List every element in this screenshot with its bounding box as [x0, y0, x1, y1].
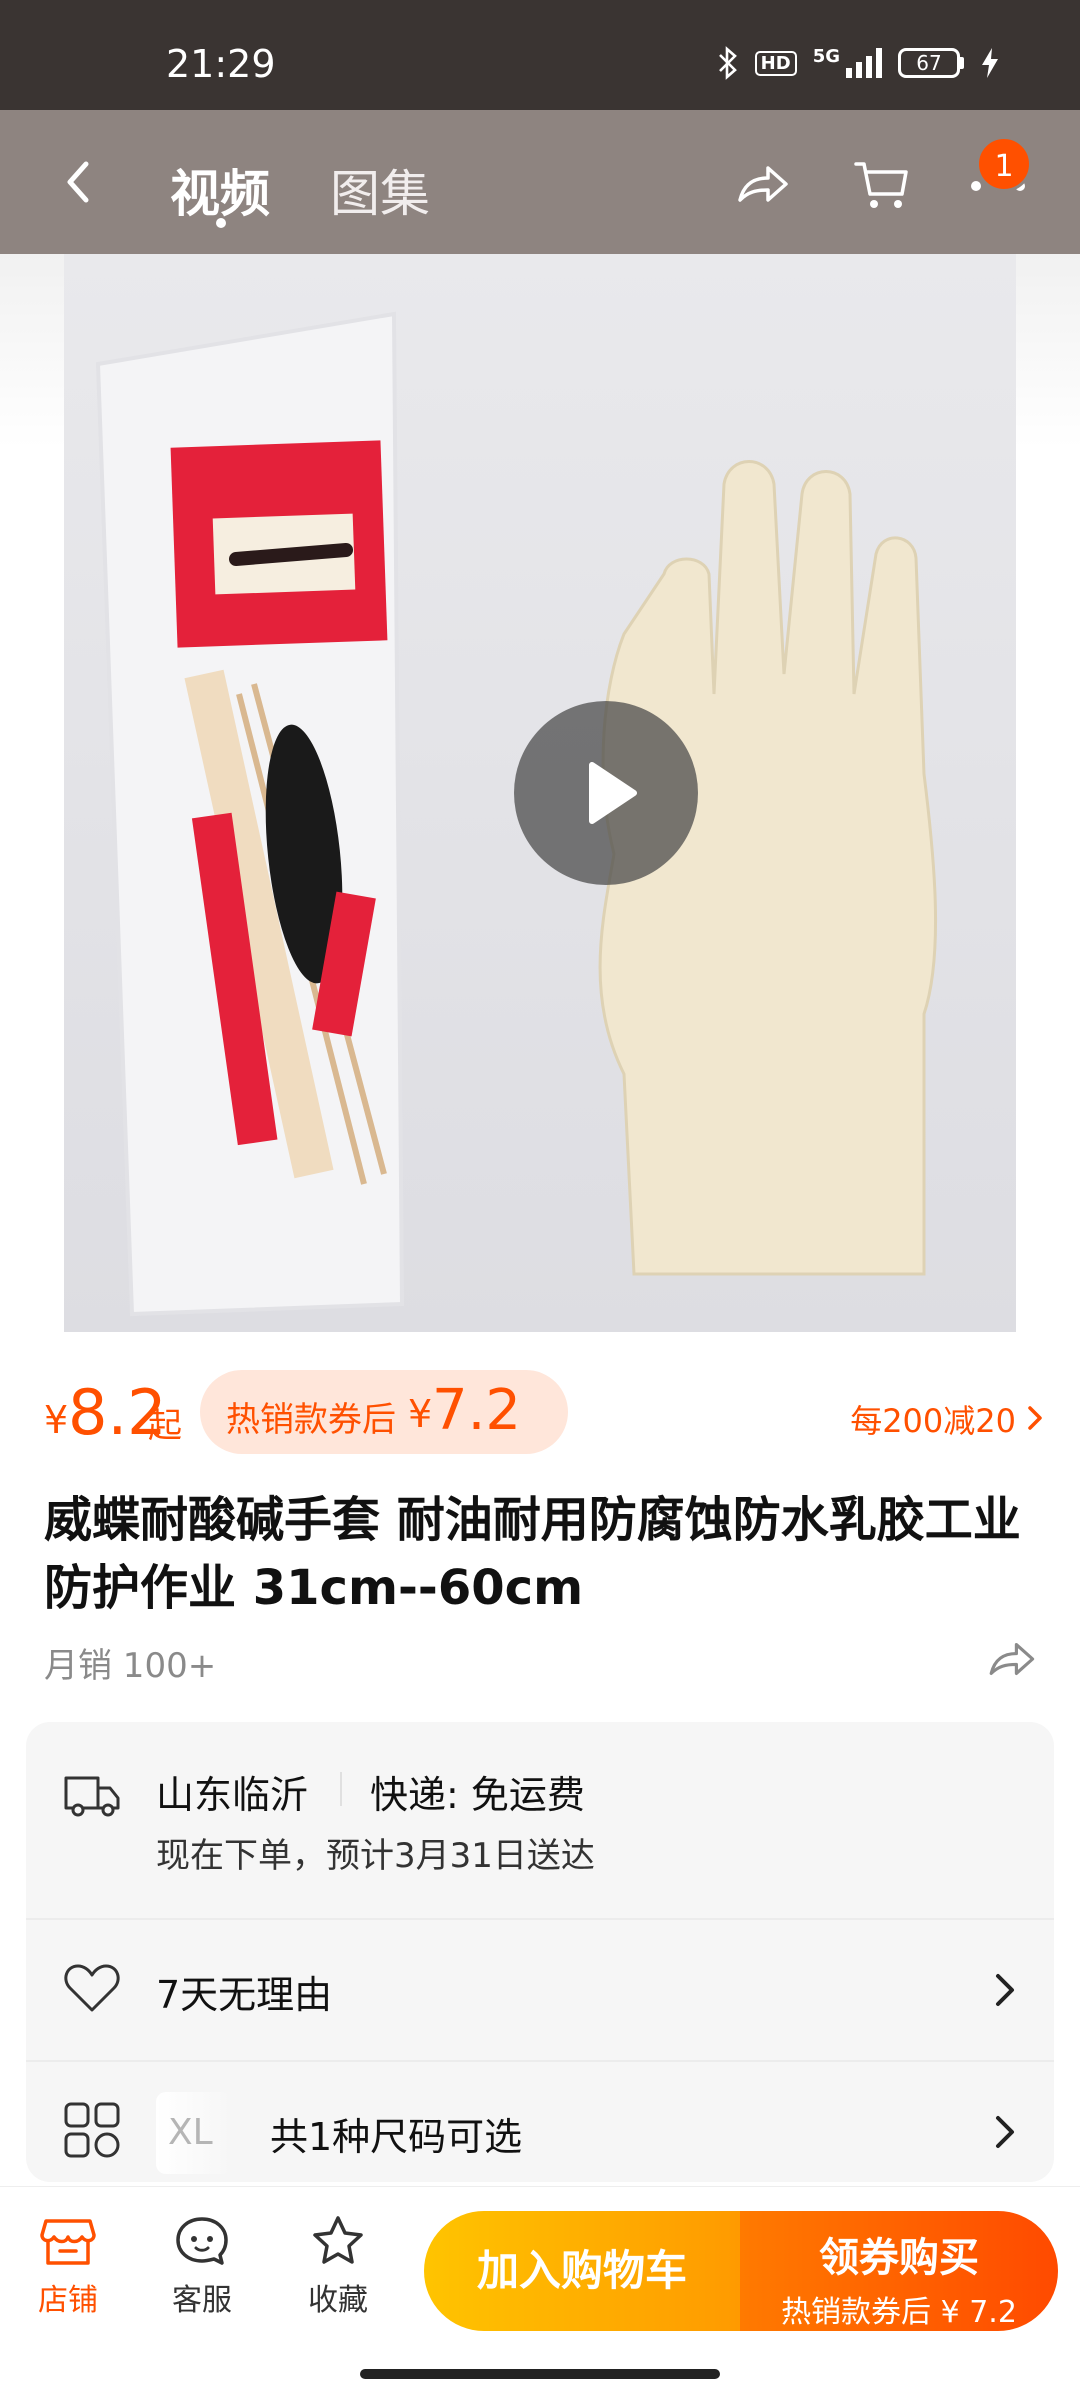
- tab-gallery[interactable]: 图集: [330, 154, 430, 226]
- shop-icon: [40, 2219, 96, 2265]
- price-row: ¥ 8.2 起 热销款券后 ¥ 7.2 每200减20: [44, 1370, 1044, 1460]
- coupon-label: 热销款券后: [226, 1400, 396, 1440]
- customer-service-button[interactable]: 客服: [152, 2215, 252, 2319]
- shop-label: 店铺: [38, 2283, 98, 2318]
- delivery-estimate: 现在下单，预计3月31日送达: [156, 1836, 595, 1876]
- divider: [340, 1772, 342, 1806]
- favorite-label: 收藏: [308, 2283, 368, 2318]
- product-media[interactable]: [0, 254, 1080, 1332]
- product-video-frame[interactable]: [64, 254, 1016, 1332]
- size-thumbnail: XL: [156, 2092, 232, 2174]
- promo-link[interactable]: 每200减20: [850, 1396, 1044, 1442]
- play-icon: [589, 762, 637, 824]
- top-nav: 视频 图集: [0, 110, 1080, 254]
- chevron-right-icon: [996, 1974, 1014, 2006]
- charging-icon: [982, 48, 998, 78]
- active-tab-indicator: [216, 218, 226, 228]
- coupon-currency: ¥: [408, 1392, 433, 1436]
- favorite-button[interactable]: 收藏: [288, 2215, 388, 2319]
- ship-origin: 山东临沂: [156, 1773, 309, 1817]
- bottom-action-bar: 店铺 客服 收藏 加入购物车 领券购买 热销款券后 ¥ 7.2: [0, 2186, 1080, 2400]
- share-icon[interactable]: [984, 1632, 1038, 1686]
- return-policy-row[interactable]: 7天无理由: [26, 1918, 1054, 2060]
- home-indicator[interactable]: [360, 2369, 720, 2379]
- back-icon[interactable]: [58, 150, 98, 214]
- battery-icon: 67: [898, 48, 964, 78]
- battery-level: 67: [898, 48, 960, 78]
- express-fee: 快递: 免运费: [370, 1773, 585, 1817]
- service-label: 客服: [172, 2283, 232, 2318]
- chevron-right-icon: [996, 2116, 1014, 2148]
- status-time: 21:29: [166, 42, 276, 86]
- purchase-buttons: 加入购物车 领券购买 热销款券后 ¥ 7.2: [424, 2211, 1058, 2331]
- promo-text: 每200减20: [850, 1402, 1016, 1440]
- info-card: 山东临沂 快递: 免运费 现在下单，预计3月31日送达 7天无理由 XL 共1种…: [26, 1722, 1054, 2182]
- network-label: 5G: [812, 46, 840, 67]
- coupon-price-pill: 热销款券后 ¥ 7.2: [200, 1370, 568, 1454]
- price-suffix: 起: [148, 1406, 182, 1446]
- coupon-buy-button[interactable]: 领券购买 热销款券后 ¥ 7.2: [740, 2211, 1058, 2331]
- tab-video[interactable]: 视频: [170, 154, 270, 226]
- coupon-price: 7.2: [432, 1378, 522, 1443]
- buy-button-subtitle: 热销款券后 ¥ 7.2: [781, 2295, 1017, 2330]
- heart-icon: [64, 1964, 120, 2012]
- buy-button-title: 领券购买: [819, 2235, 979, 2281]
- chat-bubble-icon: [176, 2217, 228, 2265]
- status-icons: HD 5G 67: [717, 46, 1000, 80]
- play-button[interactable]: [514, 701, 698, 885]
- monthly-sales: 月销 100+: [44, 1646, 217, 1686]
- return-policy-text: 7天无理由: [156, 1973, 333, 2017]
- shipping-row[interactable]: 山东临沂 快递: 免运费 现在下单，预计3月31日送达: [26, 1722, 1054, 1918]
- signal-icon: [846, 48, 882, 78]
- bluetooth-icon: [718, 46, 737, 80]
- hd-badge: HD: [754, 50, 797, 76]
- chevron-right-icon: [1028, 1406, 1042, 1430]
- add-to-cart-button[interactable]: 加入购物车: [424, 2211, 740, 2331]
- size-options-row[interactable]: XL 共1种尺码可选: [26, 2060, 1054, 2182]
- size-options-text: 共1种尺码可选: [270, 2115, 523, 2159]
- truck-icon: [64, 1776, 120, 1817]
- product-title: 威蝶耐酸碱手套 耐油耐用防腐蚀防水乳胶工业防护作业 31cm--60cm: [44, 1492, 1021, 1616]
- cart-icon[interactable]: [852, 154, 912, 214]
- shop-button[interactable]: 店铺: [18, 2215, 118, 2319]
- cart-badge: 1: [976, 136, 1032, 192]
- status-bar: 21:29 HD 5G 67: [0, 0, 1080, 110]
- price-currency: ¥: [44, 1398, 69, 1442]
- star-icon: [313, 2216, 363, 2264]
- grid-icon: [64, 2102, 120, 2158]
- share-icon[interactable]: [732, 154, 792, 214]
